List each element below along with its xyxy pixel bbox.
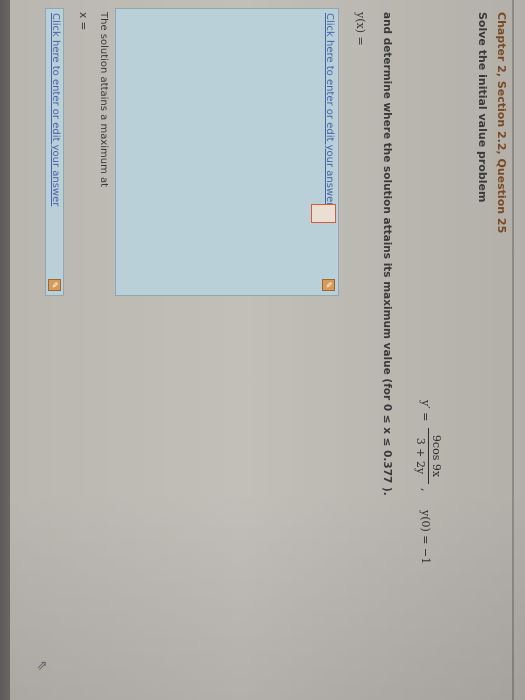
answer-2-editor[interactable]: Click here to enter or edit your answer … xyxy=(45,8,64,296)
answer-1-hint-link[interactable]: Click here to enter or edit your answer xyxy=(324,13,335,206)
equation-separator: , xyxy=(419,488,432,492)
fraction-denominator: 3 + 2y xyxy=(414,437,427,475)
answer-placeholder-box[interactable] xyxy=(311,204,336,223)
rotated-document: Chapter 2, Section 2.2, Question 25 Solv… xyxy=(10,0,525,700)
answer-2-hint-link[interactable]: Click here to enter or edit your answer xyxy=(50,13,61,206)
header-rule xyxy=(512,0,514,700)
initial-condition: y(0) = −1 xyxy=(419,510,432,565)
fraction-numerator: 9cos 9x xyxy=(428,428,443,484)
differential-equation: y′ = 9cos 9x 3 + 2y , y(0) = −1 xyxy=(403,400,443,700)
equation-fraction: 9cos 9x 3 + 2y xyxy=(414,428,443,484)
edit-pencil-icon[interactable]: ✎ xyxy=(322,279,335,291)
max-statement-text: The solution attains a maximum at xyxy=(98,12,109,188)
answer-1-editor[interactable]: Click here to enter or edit your answer … xyxy=(115,8,339,296)
equation-lhs: y′ = xyxy=(419,400,432,422)
task-text: and determine where the solution attains… xyxy=(381,12,393,496)
answer-2-label: x = xyxy=(77,12,89,31)
mouse-pointer-icon: ⇖ xyxy=(34,660,49,671)
answer-1-label: y(x) = xyxy=(354,12,367,46)
edit-pencil-icon[interactable]: ✎ xyxy=(48,279,61,291)
question-title: Chapter 2, Section 2.2, Question 25 xyxy=(495,12,508,234)
photo-background: Chapter 2, Section 2.2, Question 25 Solv… xyxy=(0,0,525,700)
instruction-text: Solve the initial value problem xyxy=(476,12,489,203)
